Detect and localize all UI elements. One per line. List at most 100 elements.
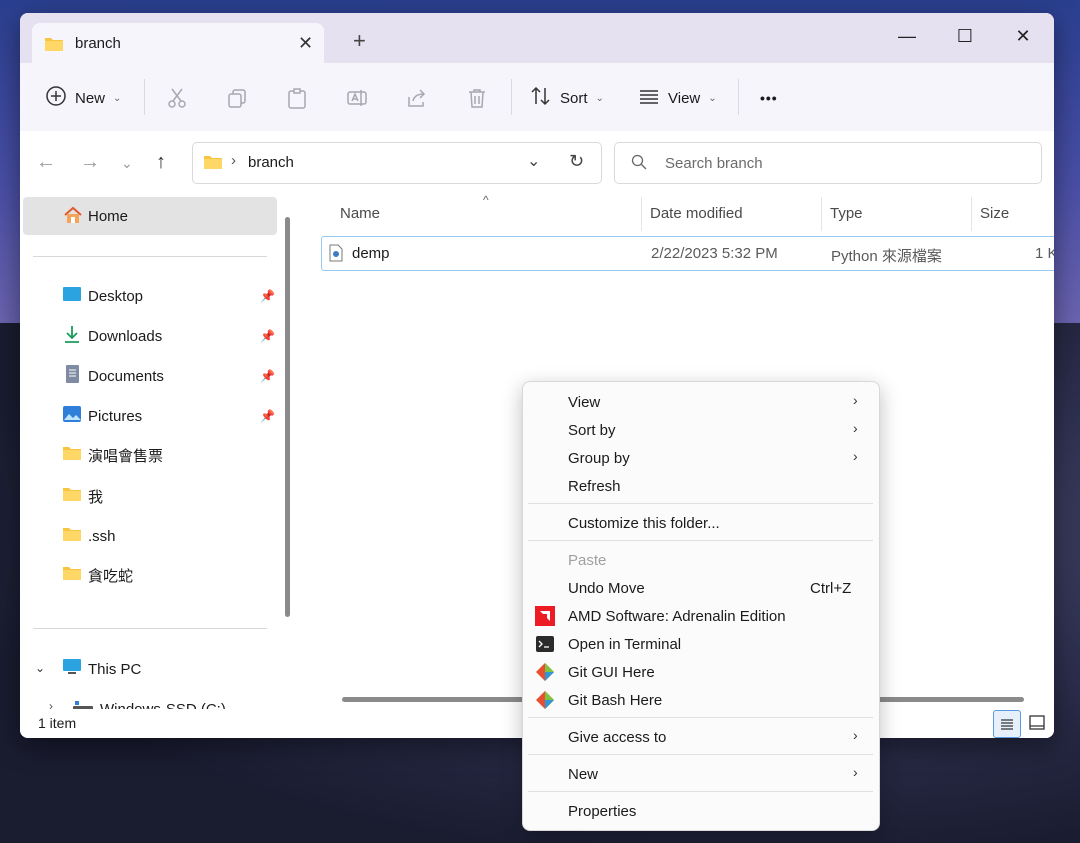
pin-icon: 📌 — [260, 289, 275, 303]
divider — [528, 791, 873, 792]
share-icon[interactable] — [406, 84, 428, 112]
menu-item-refresh[interactable]: Refresh — [568, 478, 621, 495]
minimize-button[interactable]: — — [884, 21, 930, 51]
column-header-type[interactable]: Type — [830, 205, 863, 222]
terminal-icon — [535, 634, 555, 654]
recent-chevron-icon[interactable]: ⌄ — [121, 155, 133, 172]
details-view-icon — [1001, 719, 1013, 730]
folder-icon — [62, 445, 82, 465]
sort-label: Sort — [560, 89, 588, 107]
sidebar-item-label: .ssh — [88, 527, 116, 545]
new-button[interactable]: New ⌄ — [45, 84, 121, 112]
sidebar-item-desktop[interactable]: Desktop — [62, 283, 143, 309]
command-bar: New ⌄ Sort ⌄ View ⌄ ••• — [20, 63, 1054, 132]
computer-icon — [62, 658, 82, 680]
title-bar: branch ✕ + — ☐ ✕ — [20, 13, 1054, 65]
divider — [528, 503, 873, 504]
divider — [971, 197, 972, 231]
menu-item-customize[interactable]: Customize this folder... — [568, 515, 720, 532]
search-placeholder: Search branch — [665, 155, 763, 172]
desktop-icon — [62, 286, 82, 306]
chevron-right-icon: › — [853, 420, 858, 436]
sort-ascending-icon: ^ — [483, 193, 489, 207]
sidebar-item-label: 我 — [88, 488, 104, 506]
context-menu: View › Sort by › Group by › Refresh Cust… — [522, 381, 880, 831]
menu-item-terminal[interactable]: Open in Terminal — [568, 636, 681, 653]
menu-item-git-bash[interactable]: Git Bash Here — [568, 692, 662, 709]
menu-item-new[interactable]: New — [568, 766, 598, 783]
menu-item-undo-move[interactable]: Undo Move — [568, 580, 645, 597]
git-gui-icon — [535, 662, 555, 682]
menu-item-amd[interactable]: AMD Software: Adrenalin Edition — [568, 608, 786, 625]
shortcut-label: Ctrl+Z — [810, 580, 852, 597]
tab-title: branch — [75, 35, 121, 52]
sidebar-item-folder[interactable]: 貪吃蛇 — [62, 562, 133, 588]
folder-icon — [62, 526, 82, 546]
divider — [511, 79, 512, 115]
sidebar-item-label: Desktop — [88, 287, 144, 305]
more-options-button[interactable]: ••• — [760, 84, 778, 112]
divider — [33, 628, 267, 629]
search-icon — [631, 154, 647, 174]
column-header-name[interactable]: Name — [340, 205, 380, 222]
sidebar-item-home[interactable]: Home — [23, 197, 277, 235]
chevron-right-icon: › — [853, 764, 858, 780]
sidebar-item-folder[interactable]: 我 — [62, 483, 103, 509]
cut-icon[interactable] — [166, 84, 188, 112]
address-bar[interactable]: › branch ⌄ ↻ — [192, 142, 602, 184]
view-button[interactable]: View ⌄ — [638, 84, 717, 112]
details-view-button[interactable] — [993, 710, 1021, 738]
tab-close-icon[interactable]: ✕ — [298, 33, 313, 54]
plus-circle-icon — [45, 85, 67, 111]
sidebar-item-folder[interactable]: 演唱會售票 — [62, 442, 163, 468]
breadcrumb-branch[interactable]: branch — [248, 154, 294, 171]
tab-branch[interactable]: branch ✕ — [32, 23, 324, 65]
menu-item-properties[interactable]: Properties — [568, 803, 636, 820]
maximize-button[interactable]: ☐ — [942, 21, 988, 51]
search-box[interactable]: Search branch — [614, 142, 1042, 184]
chevron-right-icon: › — [853, 392, 858, 408]
file-type: Python 來源檔案 — [831, 248, 942, 265]
sidebar-item-pictures[interactable]: Pictures — [62, 403, 142, 429]
pictures-icon — [62, 405, 82, 427]
pin-icon: 📌 — [260, 409, 275, 423]
paste-icon[interactable] — [286, 84, 308, 112]
expand-chevron-icon[interactable]: ⌄ — [35, 661, 45, 675]
chevron-down-icon[interactable]: ⌄ — [527, 151, 540, 171]
menu-item-group-by[interactable]: Group by — [568, 450, 630, 467]
sidebar-item-label: Downloads — [88, 327, 163, 345]
sidebar-item-documents[interactable]: Documents — [62, 363, 164, 389]
sidebar-item-folder[interactable]: .ssh — [62, 523, 116, 549]
sidebar-item-label: Documents — [88, 367, 164, 385]
close-button[interactable]: ✕ — [1000, 21, 1046, 51]
menu-item-view[interactable]: View — [568, 394, 600, 411]
chevron-down-icon: ⌄ — [708, 92, 717, 104]
chevron-down-icon: ⌄ — [113, 92, 122, 104]
back-arrow-icon[interactable]: ← — [36, 151, 56, 174]
file-row[interactable]: demp 2/22/2023 5:32 PM Python 來源檔案 1 K — [321, 236, 1054, 271]
menu-item-sort-by[interactable]: Sort by — [568, 422, 616, 439]
column-header-date[interactable]: Date modified — [650, 205, 743, 222]
menu-item-git-gui[interactable]: Git GUI Here — [568, 664, 655, 681]
rename-icon[interactable] — [346, 84, 368, 112]
sidebar-item-downloads[interactable]: Downloads — [62, 323, 162, 349]
python-file-icon — [329, 244, 343, 266]
download-icon — [62, 324, 82, 348]
delete-icon[interactable] — [466, 84, 488, 112]
menu-item-paste[interactable]: Paste — [568, 552, 606, 569]
column-header-size[interactable]: Size — [980, 205, 1009, 222]
forward-arrow-icon[interactable]: → — [80, 151, 100, 174]
copy-icon[interactable] — [226, 84, 248, 112]
up-arrow-icon[interactable]: ↑ — [156, 151, 166, 174]
sort-button[interactable]: Sort ⌄ — [530, 84, 604, 112]
file-date: 2/22/2023 5:32 PM — [651, 245, 778, 262]
sidebar-scrollbar[interactable] — [285, 217, 290, 617]
new-tab-button[interactable]: + — [353, 30, 366, 52]
refresh-icon[interactable]: ↻ — [569, 151, 584, 172]
sidebar-item-this-pc[interactable]: This PC — [62, 656, 141, 682]
sidebar-item-label: Home — [88, 208, 129, 225]
sort-icon — [530, 85, 552, 111]
preview-view-button[interactable] — [1025, 711, 1049, 735]
menu-item-give-access[interactable]: Give access to — [568, 729, 666, 746]
folder-icon — [44, 36, 64, 56]
